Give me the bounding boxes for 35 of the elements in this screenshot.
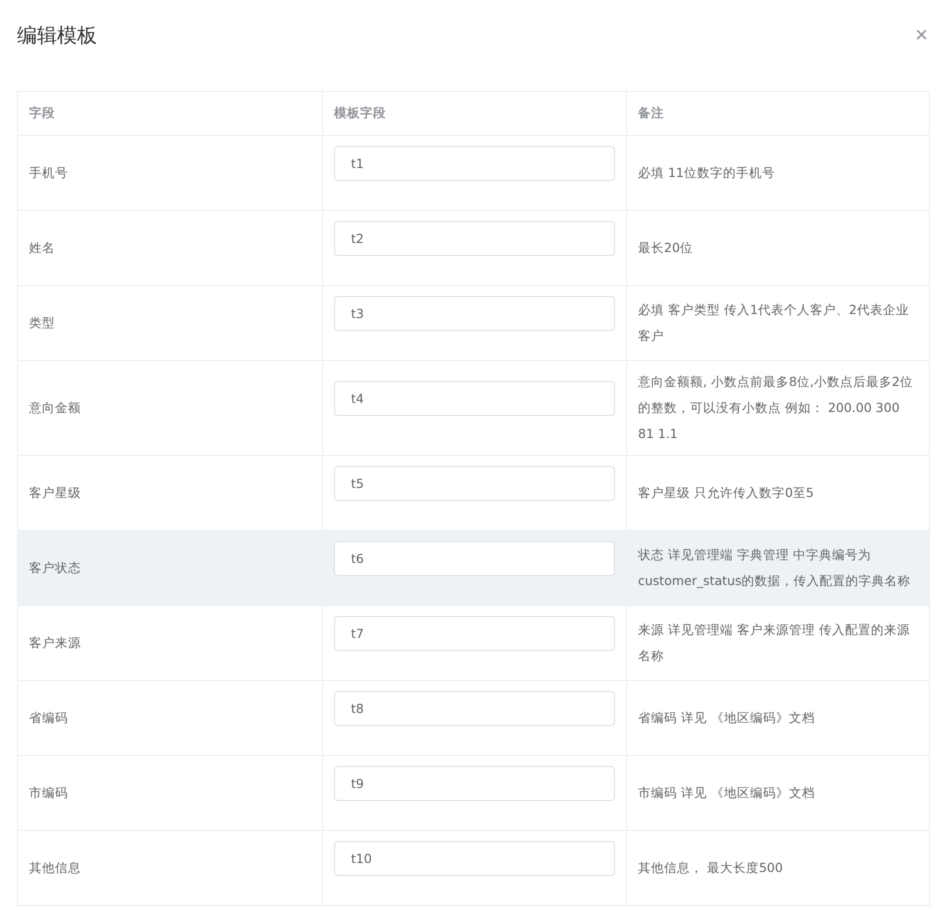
table-cell-text: 客户星级 只允许传入数字0至5 — [638, 484, 814, 502]
table-cell-text: 市编码 — [29, 784, 68, 802]
table-cell-text: 客户状态 — [29, 559, 81, 577]
table-cell-text: 最长20位 — [638, 239, 693, 257]
input-field[interactable]: t3 — [334, 296, 615, 331]
table-cell-text: 客户来源 — [29, 634, 81, 652]
table-cell-text: 类型 — [29, 314, 55, 332]
input-field[interactable]: t4 — [334, 381, 615, 416]
table-cell-text: 省编码 — [29, 709, 68, 727]
column-header: 模板字段 — [334, 105, 386, 122]
column-header: 字段 — [29, 105, 55, 122]
input-field[interactable]: t8 — [334, 691, 615, 726]
table-cell-text: 意向金额 — [29, 399, 81, 417]
input-field[interactable]: t5 — [334, 466, 615, 501]
table-cell-text: 客户星级 — [29, 484, 81, 502]
table-cell-text: 意向金额额, 小数点前最多8位,小数点后最多2位的整数，可以没有小数点 例如： 200.00 300 81 1.1 — [638, 373, 914, 443]
table-cell-text: 来源 详见管理端 客户来源管理 传入配置的来源名称 — [638, 621, 911, 665]
table-cell-text: 必填 11位数字的手机号 — [638, 164, 775, 182]
table-cell-text: 其他信息， 最大长度500 — [638, 859, 783, 877]
close-button[interactable]: × — [915, 24, 928, 46]
table-cell-text: 姓名 — [29, 239, 55, 257]
column-header: 备注 — [638, 105, 664, 122]
input-field[interactable]: t6 — [334, 541, 615, 576]
table-cell-text: 手机号 — [29, 164, 68, 182]
input-field[interactable]: t10 — [334, 841, 615, 876]
input-field[interactable]: t9 — [334, 766, 615, 801]
table-cell-text: 省编码 详见 《地区编码》文档 — [638, 709, 815, 727]
input-field[interactable]: t7 — [334, 616, 615, 651]
table-cell-text: 市编码 详见 《地区编码》文档 — [638, 784, 815, 802]
table-cell-text: 状态 详见管理端 字典管理 中字典编号为customer_status的数据，传入配置的字典名称 — [638, 546, 912, 590]
input-field[interactable]: t1 — [334, 146, 615, 181]
table-cell-text: 必填 客户类型 传入1代表个人客户、2代表企业客户 — [638, 301, 910, 345]
table-cell-text: 其他信息 — [29, 859, 81, 877]
input-field[interactable]: t2 — [334, 221, 615, 256]
dialog-title: 编辑模板 — [17, 22, 97, 48]
